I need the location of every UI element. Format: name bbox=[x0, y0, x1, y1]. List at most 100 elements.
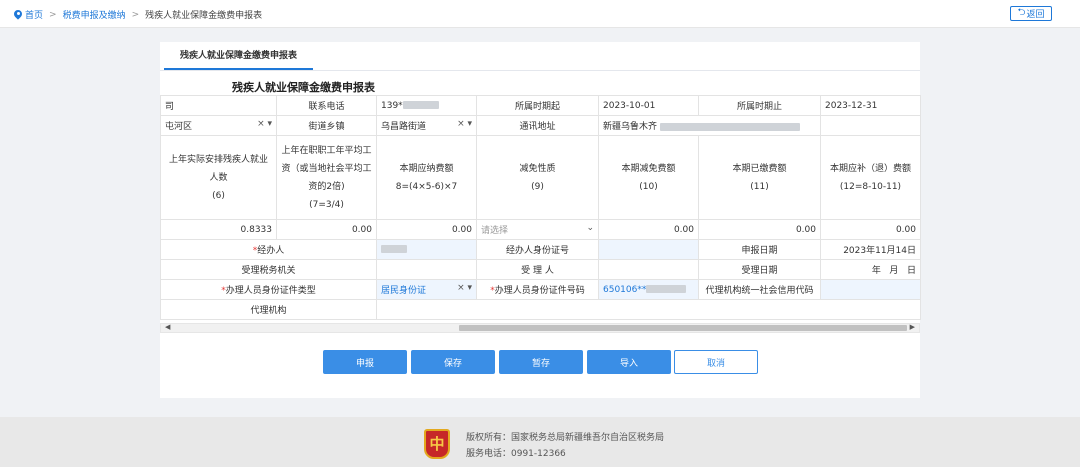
period-end-label: 所属时期止 bbox=[698, 95, 821, 116]
agent-id-field[interactable] bbox=[598, 239, 699, 260]
scroll-right-icon[interactable]: ▶ bbox=[910, 323, 915, 331]
handler-id-type-value: 居民身份证 bbox=[381, 286, 427, 296]
period-end-value: 2023-12-31 bbox=[820, 95, 921, 116]
handler-id-no-label: *办理人员身份证件号码 bbox=[476, 279, 599, 300]
table-row: 司 联系电话 139* 所属时期起 2023-10-01 所属时期止 2023-… bbox=[160, 95, 921, 116]
breadcrumb-separator: > bbox=[131, 9, 140, 20]
col-header-9: 减免性质 (9) bbox=[476, 135, 599, 220]
declare-date-label: 申报日期 bbox=[698, 239, 821, 260]
empty-cell bbox=[820, 115, 921, 136]
tab-divider bbox=[160, 70, 920, 71]
table-row: *办理人员身份证件类型 居民身份证 × ▾ *办理人员身份证件号码 650106*… bbox=[160, 279, 921, 300]
table-row: 0.8333 0.00 0.00 请选择 ⌄ 0.00 0.00 0.00 bbox=[160, 219, 921, 240]
value-8[interactable]: 0.00 bbox=[376, 219, 477, 240]
period-start-value: 2023-10-01 bbox=[598, 95, 699, 116]
address-field[interactable]: 新疆乌鲁木齐 bbox=[598, 115, 821, 136]
save-button[interactable]: 保存 bbox=[411, 350, 495, 374]
table-row: 受理税务机关 受 理 人 受理日期 年 月 日 bbox=[160, 259, 921, 280]
cancel-button[interactable]: 取消 bbox=[674, 350, 758, 374]
clear-dropdown-icon[interactable]: × ▾ bbox=[257, 119, 272, 129]
phone-value: 139* bbox=[381, 100, 403, 111]
tax-bureau-logo-icon: 中 bbox=[424, 429, 450, 459]
breadcrumb-home[interactable]: 首页 bbox=[25, 8, 43, 21]
value-10[interactable]: 0.00 bbox=[598, 219, 699, 240]
form-title: 残疾人就业保障金缴费申报表 bbox=[232, 81, 375, 94]
credit-code-label: 代理机构统一社会信用代码 bbox=[698, 279, 821, 300]
back-button-label: 返回 bbox=[1026, 10, 1045, 20]
street-select[interactable]: 乌昌路街道 × ▾ bbox=[376, 115, 477, 136]
table-row: 屯河区 × ▾ 街道乡镇 乌昌路街道 × ▾ 通讯地址 新疆乌鲁木齐 bbox=[160, 115, 921, 136]
phone-label: 联系电话 bbox=[276, 95, 377, 116]
redacted-block bbox=[659, 122, 800, 131]
table-header-row: 上年实际安排残疾人就业人数 (6) 上年在职职工年平均工资（或当地社会平均工资的… bbox=[160, 135, 921, 220]
relief-type-select[interactable]: 请选择 ⌄ bbox=[476, 219, 599, 240]
phone-field[interactable]: 139* bbox=[376, 95, 477, 116]
breadcrumb-section[interactable]: 税费申报及缴纳 bbox=[63, 8, 126, 21]
clear-dropdown-icon[interactable]: × ▾ bbox=[457, 283, 472, 293]
breadcrumb-current: 残疾人就业保障金缴费申报表 bbox=[145, 11, 263, 21]
breadcrumb-separator: > bbox=[49, 9, 57, 20]
agent-label: *经办人 bbox=[160, 239, 377, 260]
location-pin-icon bbox=[14, 10, 22, 20]
agency-field[interactable] bbox=[376, 299, 921, 320]
col-header-11: 本期已缴费额 (11) bbox=[698, 135, 821, 220]
redacted-block bbox=[402, 101, 439, 109]
declaration-table: 司 联系电话 139* 所属时期起 2023-10-01 所属时期止 2023-… bbox=[160, 95, 921, 320]
tax-office-value bbox=[376, 259, 477, 280]
clear-dropdown-icon[interactable]: × ▾ bbox=[457, 119, 472, 129]
footer: 中 版权所有：国家税务总局新疆维吾尔自治区税务局 服务电话：0991-12366 bbox=[0, 417, 1080, 467]
period-start-label: 所属时期起 bbox=[476, 95, 599, 116]
chevron-down-icon: ⌄ bbox=[586, 223, 594, 233]
accept-date-value: 年 月 日 bbox=[820, 259, 921, 280]
scroll-left-icon[interactable]: ◀ bbox=[165, 323, 170, 331]
value-6[interactable]: 0.8333 bbox=[160, 219, 277, 240]
agent-label-text: 经办人 bbox=[257, 246, 285, 256]
district-select[interactable]: 屯河区 × ▾ bbox=[160, 115, 277, 136]
company-name-cell: 司 bbox=[160, 95, 277, 116]
agent-field[interactable] bbox=[376, 239, 477, 260]
handler-id-no-value: 650106** bbox=[603, 284, 647, 295]
breadcrumb: 首页 > 税费申报及缴纳 > 残疾人就业保障金缴费申报表 bbox=[14, 8, 262, 21]
tax-office-label: 受理税务机关 bbox=[160, 259, 377, 280]
col-header-8: 本期应纳费额 8=(4×5-6)×7 bbox=[376, 135, 477, 220]
value-7[interactable]: 0.00 bbox=[276, 219, 377, 240]
accept-date-label: 受理日期 bbox=[698, 259, 821, 280]
handler-id-type-label: *办理人员身份证件类型 bbox=[160, 279, 377, 300]
table-row: 代理机构 bbox=[160, 299, 921, 320]
service-phone-text: 服务电话：0991-12366 bbox=[466, 449, 566, 459]
table-row: *经办人 经办人身份证号 申报日期 2023年11月14日 bbox=[160, 239, 921, 260]
back-button[interactable]: ⮌ 返回 bbox=[1010, 6, 1052, 21]
handler-id-type-label-text: 办理人员身份证件类型 bbox=[225, 286, 316, 296]
value-12[interactable]: 0.00 bbox=[820, 219, 921, 240]
declare-date-value: 2023年11月14日 bbox=[820, 239, 921, 260]
logo-char: 中 bbox=[429, 435, 445, 453]
credit-code-field[interactable] bbox=[820, 279, 921, 300]
redacted-block bbox=[381, 245, 407, 253]
col-header-12: 本期应补（退）费额 (12=8-10-11) bbox=[820, 135, 921, 220]
footer-text: 版权所有：国家税务总局新疆维吾尔自治区税务局 服务电话：0991-12366 bbox=[466, 430, 664, 462]
submit-button[interactable]: 申报 bbox=[323, 350, 407, 374]
agent-id-label: 经办人身份证号 bbox=[476, 239, 599, 260]
import-button[interactable]: 导入 bbox=[587, 350, 671, 374]
form-card: 残疾人就业保障金缴费申报表 残疾人就业保障金缴费申报表 司 联系电话 139* … bbox=[160, 42, 921, 398]
return-arrow-icon: ⮌ bbox=[1017, 7, 1026, 18]
horizontal-scrollbar[interactable]: ◀ ▶ bbox=[160, 323, 920, 333]
agency-label: 代理机构 bbox=[160, 299, 377, 320]
relief-type-placeholder: 请选择 bbox=[481, 226, 509, 236]
handler-id-no-field[interactable]: 650106** bbox=[598, 279, 699, 300]
top-bar: 首页 > 税费申报及缴纳 > 残疾人就业保障金缴费申报表 ⮌ 返回 bbox=[0, 0, 1080, 28]
address-label: 通讯地址 bbox=[476, 115, 599, 136]
draft-button[interactable]: 暂存 bbox=[499, 350, 583, 374]
handler-id-type-select[interactable]: 居民身份证 × ▾ bbox=[376, 279, 477, 300]
receiver-value bbox=[598, 259, 699, 280]
handler-id-no-label-text: 办理人员身份证件号码 bbox=[494, 286, 585, 296]
copyright-text: 版权所有：国家税务总局新疆维吾尔自治区税务局 bbox=[466, 433, 665, 443]
value-11[interactable]: 0.00 bbox=[698, 219, 821, 240]
district-value: 屯河区 bbox=[165, 122, 193, 132]
tab-form[interactable]: 残疾人就业保障金缴费申报表 bbox=[164, 42, 314, 70]
receiver-label: 受 理 人 bbox=[476, 259, 599, 280]
scrollbar-thumb[interactable] bbox=[459, 325, 907, 331]
address-value: 新疆乌鲁木齐 bbox=[603, 122, 658, 132]
street-value: 乌昌路街道 bbox=[381, 122, 427, 132]
col-header-6: 上年实际安排残疾人就业人数 (6) bbox=[160, 135, 277, 220]
